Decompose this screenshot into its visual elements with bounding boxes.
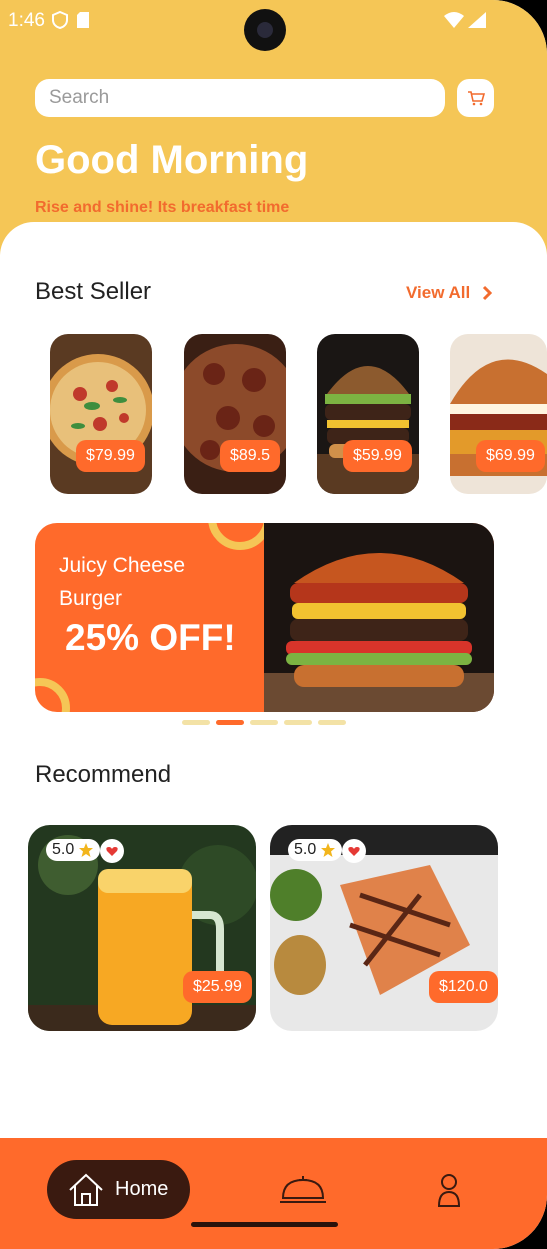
price-tag: $69.99	[476, 440, 545, 472]
recommend-card[interactable]: 5.0 $120.0	[270, 825, 498, 1031]
view-all-link[interactable]: View All	[406, 283, 493, 303]
greeting-title: Good Morning	[35, 138, 309, 182]
price-tag: $89.5	[220, 440, 281, 472]
banner-pagination	[182, 720, 346, 725]
greeting-subtitle: Rise and shine! Its breakfast time	[35, 199, 290, 216]
banner-title: Juicy Cheese Burger	[59, 554, 186, 610]
app-screen: 1:46 Good Morning Rise and shine! Its br…	[0, 0, 547, 1249]
favorite-button[interactable]	[342, 839, 366, 863]
shield-icon	[52, 11, 68, 29]
price-tag: $59.99	[343, 440, 412, 472]
rating-value: 5.0	[52, 841, 75, 858]
rating-badge: 5.0	[288, 839, 343, 861]
nav-home-button[interactable]: Home	[47, 1160, 190, 1219]
price-tag: $120.0	[429, 971, 498, 1003]
price-tag: $79.99	[76, 440, 145, 472]
status-icons	[52, 11, 90, 29]
rating-badge: 5.0	[46, 839, 101, 861]
pagination-dot[interactable]	[250, 720, 278, 725]
sd-card-icon	[77, 12, 89, 28]
profile-icon[interactable]	[436, 1172, 462, 1208]
best-seller-card[interactable]: $69.99	[450, 334, 547, 494]
best-seller-card[interactable]: $79.99	[50, 334, 152, 494]
cart-button[interactable]	[457, 79, 494, 117]
status-icons-right	[444, 12, 486, 28]
recommend-title: Recommend	[35, 761, 172, 788]
price-tag: $25.99	[183, 971, 252, 1003]
view-all-label: View All	[406, 283, 471, 302]
heart-icon	[106, 846, 118, 856]
signal-icon	[468, 12, 486, 28]
bottom-navigation: Home	[0, 1138, 547, 1249]
nav-home-label: Home	[115, 1178, 169, 1200]
camera-cutout	[244, 9, 286, 51]
cheese-burger-image	[264, 523, 494, 712]
favorite-button[interactable]	[100, 839, 124, 863]
pagination-dot[interactable]	[182, 720, 210, 725]
pagination-dot[interactable]	[284, 720, 312, 725]
best-seller-title: Best Seller	[35, 278, 152, 305]
banner-offer: 25% OFF!	[65, 617, 236, 658]
pagination-dot[interactable]	[318, 720, 346, 725]
rating-value: 5.0	[294, 841, 317, 858]
status-time: 1:46	[8, 10, 45, 31]
star-icon	[79, 843, 94, 857]
chevron-right-icon	[483, 285, 493, 301]
gesture-bar	[191, 1222, 338, 1227]
best-seller-card[interactable]: $89.5	[184, 334, 286, 494]
food-cloche-icon[interactable]	[278, 1172, 328, 1206]
best-seller-card[interactable]: $59.99	[317, 334, 419, 494]
home-icon	[69, 1173, 103, 1206]
decorative-ring	[35, 678, 70, 712]
heart-icon	[348, 846, 360, 856]
promo-banner[interactable]: Juicy Cheese Burger 25% OFF!	[35, 523, 494, 712]
recommend-card[interactable]: 5.0 $25.99	[28, 825, 256, 1031]
star-icon	[321, 843, 336, 857]
cart-icon	[467, 91, 485, 106]
search-input[interactable]	[35, 79, 445, 117]
wifi-icon	[444, 12, 464, 28]
pagination-dot-active[interactable]	[216, 720, 244, 725]
